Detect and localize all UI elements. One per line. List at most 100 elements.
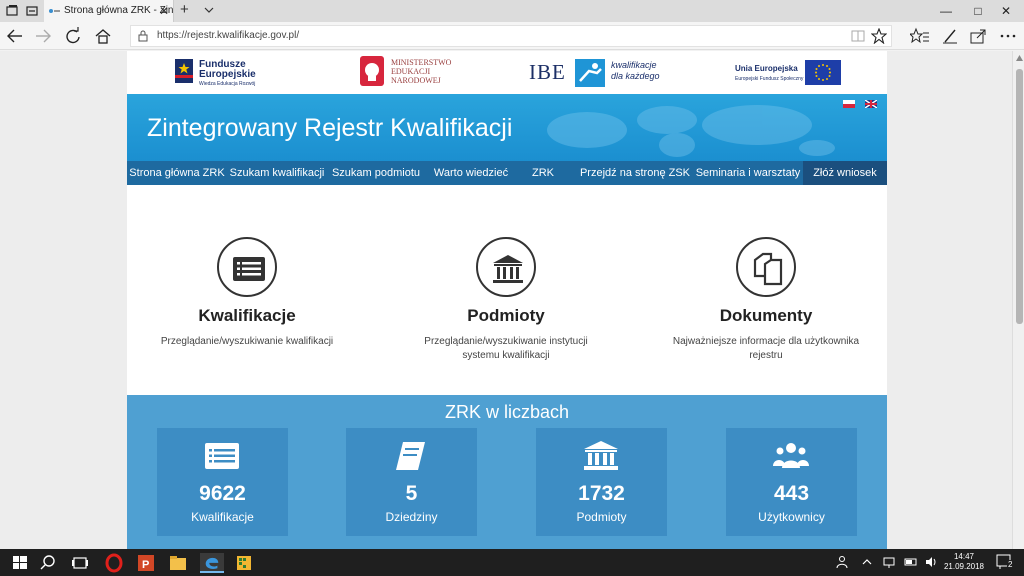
fundusze-europejskie-logo[interactable]: Fundusze Europejskie Wiedza Edukacja Roz… bbox=[173, 55, 273, 91]
stat-label: Kwalifikacje bbox=[191, 510, 254, 524]
favorite-star-icon[interactable] bbox=[871, 28, 887, 44]
ibe-logo[interactable]: IBE kwalifikacje dla każdego bbox=[529, 56, 669, 90]
feature-title[interactable]: Podmioty bbox=[386, 306, 626, 326]
home-icon[interactable] bbox=[92, 26, 114, 46]
menu-item-search-entity[interactable]: Szukam podmiotu bbox=[327, 161, 425, 185]
hub-favorites-icon[interactable] bbox=[910, 27, 930, 45]
forward-arrow-icon[interactable] bbox=[32, 26, 54, 46]
web-page: Fundusze Europejskie Wiedza Edukacja Roz… bbox=[127, 51, 887, 549]
stat-value: 9622 bbox=[199, 482, 246, 505]
tab-title: Strona główna ZRK - Zin bbox=[64, 5, 174, 16]
scroll-up-icon[interactable] bbox=[1016, 55, 1023, 61]
task-view-icon[interactable] bbox=[68, 553, 92, 573]
menu-item-search-qualifications[interactable]: Szukam kwalifikacji bbox=[227, 161, 327, 185]
powerpoint-icon[interactable]: P bbox=[134, 553, 158, 573]
main-menu: Strona główna ZRK Szukam kwalifikacji Sz… bbox=[127, 161, 887, 185]
app-tiles-icon[interactable] bbox=[232, 553, 256, 573]
opera-icon[interactable] bbox=[102, 553, 126, 573]
stat-label: Podmioty bbox=[576, 510, 627, 524]
address-toolbar: https://rejestr.kwalifikacje.gov.pl/ bbox=[0, 22, 1024, 50]
url-text: https://rejestr.kwalifikacje.gov.pl/ bbox=[157, 30, 300, 41]
kwalifikacje-text: kwalifikacje dla każdego bbox=[611, 60, 660, 81]
stat-label: Użytkownicy bbox=[758, 510, 825, 524]
hero-banner: Zintegrowany Rejestr Kwalifikacji bbox=[127, 94, 887, 161]
action-center[interactable]: 2 bbox=[996, 554, 1014, 575]
clock-time: 14:47 bbox=[953, 552, 975, 561]
stat-domains[interactable]: 5 Dziedziny bbox=[346, 428, 477, 536]
scrollbar-thumb[interactable] bbox=[1016, 69, 1023, 324]
fe-subtitle: Wiedza Edukacja Rozwój bbox=[199, 81, 256, 87]
network-icon[interactable] bbox=[882, 555, 896, 569]
eu-flag-icon bbox=[805, 60, 841, 85]
feature-title[interactable]: Dokumenty bbox=[646, 306, 886, 326]
search-icon[interactable] bbox=[36, 553, 60, 573]
feature-icon-circle[interactable] bbox=[217, 237, 277, 297]
more-options-icon[interactable] bbox=[998, 27, 1018, 45]
windows-taskbar: P 14:47 21.09.2018 2 bbox=[0, 549, 1024, 576]
unia-europejska-logo[interactable]: Unia Europejska Europejski Fundusz Społe… bbox=[727, 57, 847, 89]
stat-entities[interactable]: 1732 Podmioty bbox=[536, 428, 667, 536]
ibe-text: IBE bbox=[529, 60, 566, 84]
chevron-up-icon[interactable] bbox=[860, 555, 874, 569]
system-clock[interactable]: 14:47 21.09.2018 bbox=[942, 552, 986, 572]
menu-item-home[interactable]: Strona główna ZRK bbox=[127, 161, 227, 185]
file-explorer-icon[interactable] bbox=[166, 553, 190, 573]
browser-tab-active[interactable]: Strona główna ZRK - Zin ✕ bbox=[44, 0, 174, 22]
tab-close-icon[interactable]: ✕ bbox=[159, 0, 169, 22]
pen-notes-icon[interactable] bbox=[940, 27, 960, 45]
edge-browser-icon[interactable] bbox=[200, 553, 224, 573]
stat-label: Dziedziny bbox=[385, 510, 438, 524]
windows-start-icon[interactable] bbox=[8, 553, 32, 573]
stat-value: 1732 bbox=[578, 482, 625, 505]
ministerstwo-logo[interactable]: MINISTERSTWO EDUKACJI NARODOWEJ bbox=[359, 55, 479, 91]
menu-item-zsk[interactable]: Przejdź na stronę ZSK bbox=[579, 161, 691, 185]
menu-item-worth-knowing[interactable]: Warto wiedzieć bbox=[425, 161, 517, 185]
feature-title[interactable]: Kwalifikacje bbox=[127, 306, 367, 326]
hero-title: Zintegrowany Rejestr Kwalifikacji bbox=[147, 114, 513, 142]
url-field[interactable]: https://rejestr.kwalifikacje.gov.pl/ bbox=[130, 25, 892, 47]
menu-item-zrk[interactable]: ZRK bbox=[517, 161, 569, 185]
browser-tab-bar: Strona główna ZRK - Zin ✕ + — □ ✕ bbox=[0, 0, 1024, 22]
partner-logos: Fundusze Europejskie Wiedza Edukacja Roz… bbox=[127, 51, 887, 94]
feature-description: Przeglądanie/wyszukiwanie kwalifikacji bbox=[160, 336, 334, 347]
volume-icon[interactable] bbox=[924, 555, 938, 569]
people-icon[interactable] bbox=[836, 555, 850, 569]
institution-icon bbox=[584, 441, 618, 470]
feature-icon-circle[interactable] bbox=[736, 237, 796, 297]
feature-documents[interactable]: Dokumenty Najważniejsze informacje dla u… bbox=[646, 185, 886, 395]
stat-users[interactable]: 443 Użytkownicy bbox=[726, 428, 857, 536]
battery-icon[interactable] bbox=[904, 555, 918, 569]
stat-value: 443 bbox=[773, 482, 810, 505]
fe-title: Fundusze Europejskie bbox=[199, 59, 256, 80]
menu-item-seminars[interactable]: Seminaria i warsztaty bbox=[693, 161, 803, 185]
stats-title: ZRK w liczbach bbox=[444, 402, 570, 422]
stat-qualifications[interactable]: 9622 Kwalifikacje bbox=[157, 428, 288, 536]
ibe-figure-icon bbox=[575, 59, 605, 87]
share-icon[interactable] bbox=[968, 27, 988, 45]
feature-qualifications[interactable]: Kwalifikacje Przeglądanie/wyszukiwanie k… bbox=[127, 185, 367, 395]
english-flag-icon[interactable] bbox=[865, 100, 877, 108]
men-name: MINISTERSTWO EDUKACJI NARODOWEJ bbox=[391, 58, 452, 85]
feature-entities[interactable]: Podmioty Przeglądanie/wyszukiwanie insty… bbox=[386, 185, 626, 395]
set-tabs-aside-icon[interactable] bbox=[24, 3, 40, 19]
chevron-down-icon[interactable] bbox=[203, 2, 215, 18]
users-group-icon bbox=[773, 443, 809, 468]
new-tab-button[interactable]: + bbox=[180, 1, 189, 18]
polish-flag-icon[interactable] bbox=[843, 100, 855, 108]
fe-star-icon bbox=[175, 59, 193, 83]
back-arrow-icon[interactable] bbox=[4, 26, 26, 46]
lock-icon bbox=[138, 30, 148, 42]
page-scrollbar[interactable] bbox=[1012, 51, 1024, 549]
stats-section: ZRK w liczbach 9622 Kwalifikacje 5 Dzied… bbox=[127, 395, 887, 549]
reading-view-icon[interactable] bbox=[851, 29, 865, 43]
close-window-button[interactable]: ✕ bbox=[986, 0, 1024, 22]
feature-description: Przeglądanie/wyszukiwanie instytucji sys… bbox=[424, 336, 588, 361]
menu-item-submit-application[interactable]: Złóż wniosek bbox=[803, 161, 887, 185]
tab-actions-icon[interactable] bbox=[4, 3, 20, 19]
feature-icon-circle[interactable] bbox=[476, 237, 536, 297]
feature-description: Najważniejsze informacje dla użytkownika… bbox=[672, 336, 860, 361]
page-viewport: Fundusze Europejskie Wiedza Edukacja Roz… bbox=[0, 51, 1012, 549]
refresh-icon[interactable] bbox=[62, 26, 84, 46]
documents-icon bbox=[753, 252, 783, 286]
favicon-icon bbox=[49, 9, 60, 13]
